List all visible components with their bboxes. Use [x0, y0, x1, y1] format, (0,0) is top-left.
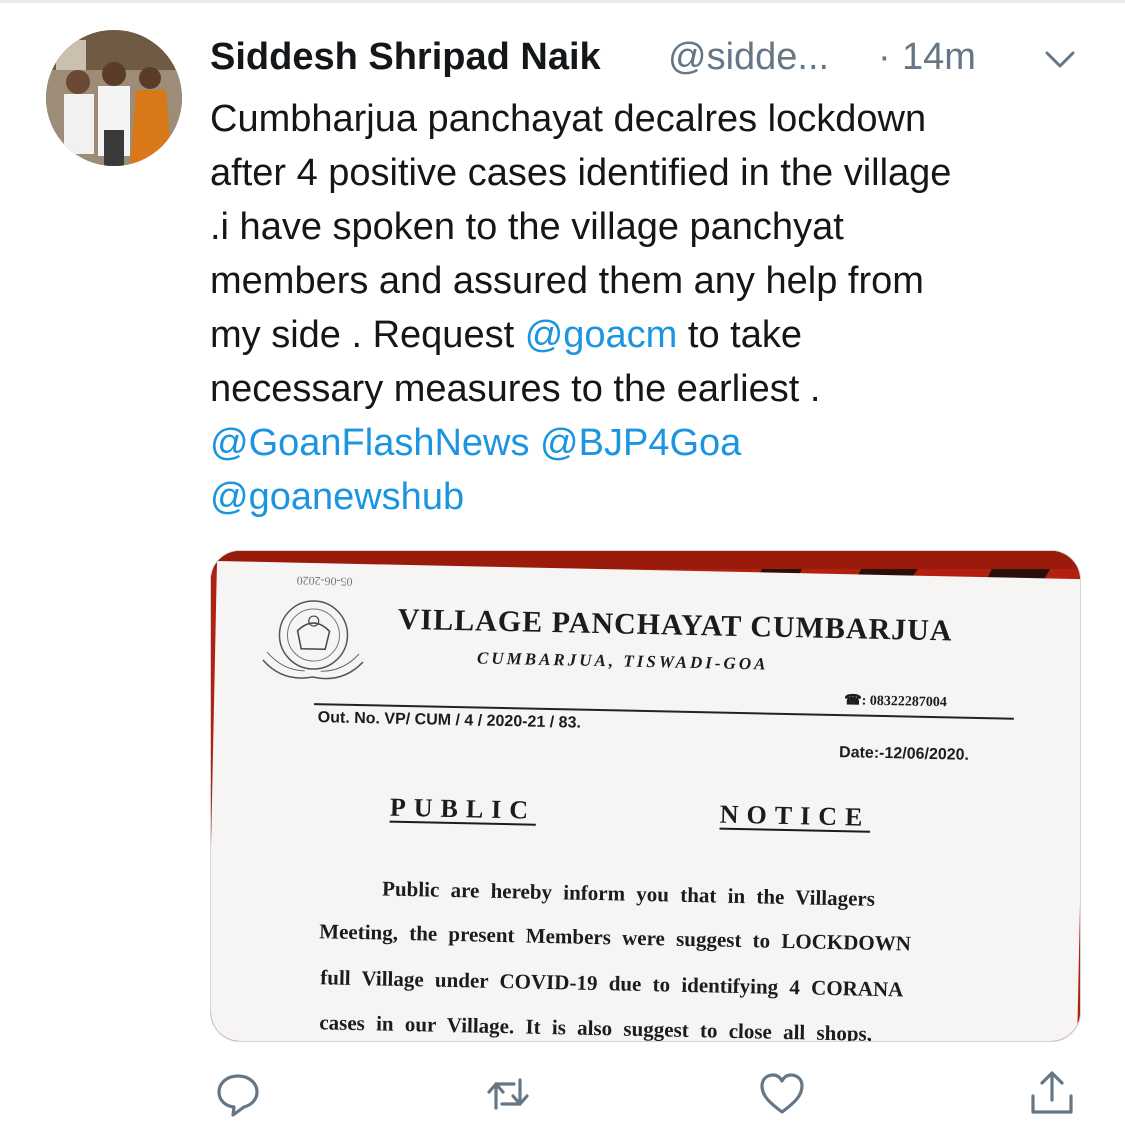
notice-paper: 05-06-2020 VILLAGE PANCHAYAT CUMBARJUA C…: [211, 561, 1080, 1042]
tweet-text-line: after 4 positive cases identified in the…: [210, 152, 952, 194]
government-emblem-icon: [262, 600, 364, 680]
tweet-text-line: necessary measures to the earliest .: [210, 368, 821, 410]
chevron-down-icon[interactable]: [1042, 44, 1078, 74]
separator-dot: ·: [878, 36, 891, 78]
tweet-text-line: @GoanFlashNews @BJP4Goa: [210, 416, 1100, 470]
panchayat-phone: ☎: 08322287004: [844, 693, 947, 711]
outward-number: Out. No. VP/ CUM / 4 / 2020-21 / 83.: [317, 709, 582, 732]
notice-heading-notice: NOTICE: [719, 799, 871, 832]
text-segment: my side . Request: [210, 314, 525, 356]
tweet-header: Siddesh Shripad Naik @sidde... · 14m: [210, 36, 1110, 84]
top-divider: [0, 0, 1125, 3]
notice-body-line: full Village under COVID-19 due to ident…: [320, 965, 904, 1002]
avatar[interactable]: [46, 30, 182, 166]
retweet-icon[interactable]: [484, 1070, 532, 1118]
mention-bjp4goa[interactable]: @BJP4Goa: [540, 422, 741, 464]
notice-body-line: Meeting, the present Members were sugges…: [319, 919, 912, 956]
heart-icon[interactable]: [758, 1070, 806, 1118]
notice-heading-public: PUBLIC: [389, 792, 537, 825]
text-segment: to take: [677, 314, 802, 356]
notice-body-line: Public are hereby inform you that in the…: [381, 876, 876, 911]
tweet-text-line: my side . Request @goacm to take: [210, 308, 1100, 362]
author-name[interactable]: Siddesh Shripad Naik: [210, 36, 601, 79]
avatar-photo: [46, 30, 182, 166]
panchayat-title: VILLAGE PANCHAYAT CUMBARJUA: [397, 602, 953, 648]
panchayat-subtitle: CUMBARJUA, TISWADI-GOA: [476, 648, 769, 674]
mention-goanflashnews[interactable]: @GoanFlashNews: [210, 422, 529, 464]
notice-body-line: cases in our Village. It is also suggest…: [319, 1010, 873, 1042]
tweet-text-line: Cumbharjua panchayat decalres lockdown: [210, 98, 927, 140]
author-handle[interactable]: @sidde...: [668, 36, 829, 79]
mention-goanewshub[interactable]: @goanewshub: [210, 476, 464, 518]
mention-goacm[interactable]: @goacm: [525, 314, 678, 356]
tweet-text-line: @goanewshub: [210, 470, 1100, 524]
media-image[interactable]: 05-06-2020 VILLAGE PANCHAYAT CUMBARJUA C…: [210, 550, 1081, 1042]
reply-icon[interactable]: [214, 1070, 262, 1118]
tweet-actions: [0, 1070, 1125, 1118]
notice-date: Date:-12/06/2020.: [838, 744, 970, 764]
tweet-text-line: members and assured them any help from: [210, 260, 924, 302]
tweet-text: Cumbharjua panchayat decalres lockdown a…: [210, 92, 1100, 524]
share-icon[interactable]: [1028, 1070, 1076, 1118]
tweet-text-line: .i have spoken to the village panchyat: [210, 206, 844, 248]
timestamp[interactable]: 14m: [902, 36, 976, 79]
date-stamp: 05-06-2020: [296, 573, 353, 589]
